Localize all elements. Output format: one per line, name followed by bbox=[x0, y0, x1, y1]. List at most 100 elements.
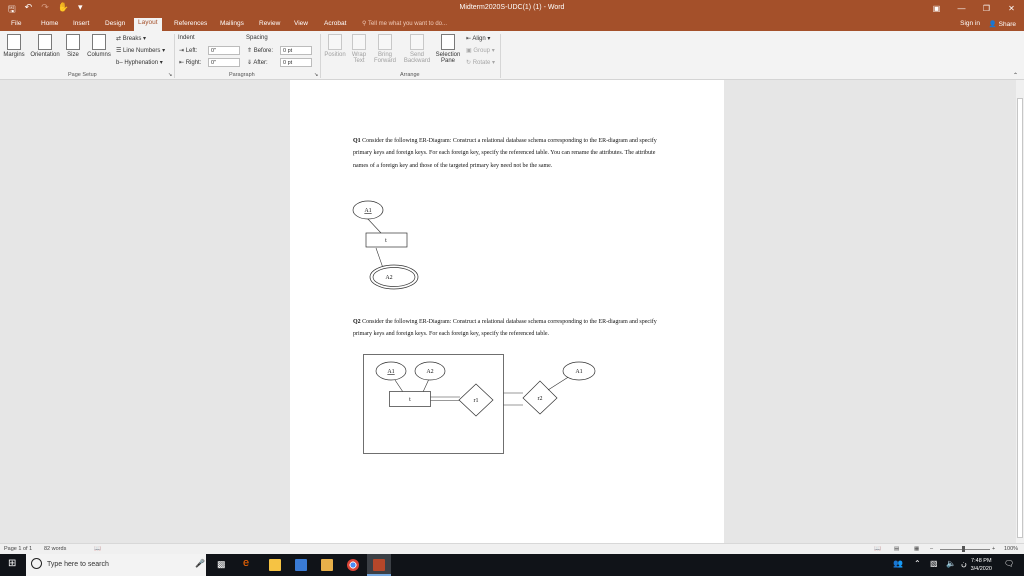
sign-in-link[interactable]: Sign in bbox=[960, 20, 980, 27]
line-numbers-button[interactable]: ☰ Line Numbers ▾ bbox=[116, 47, 165, 54]
proofing-icon[interactable]: 📖 bbox=[94, 546, 101, 552]
question-2[interactable]: Q2 Consider the following ER-Diagram: Co… bbox=[353, 316, 665, 341]
ribbon-display-options-icon[interactable]: ▣ bbox=[924, 0, 949, 17]
document-page[interactable]: Q1 Consider the following ER-Diagram: Co… bbox=[290, 80, 724, 543]
zoom-in-icon[interactable]: + bbox=[992, 546, 995, 552]
microphone-icon[interactable]: 🎤 bbox=[195, 559, 205, 568]
taskbar-clock[interactable]: 7:48 PM 3/4/2020 bbox=[971, 557, 992, 573]
columns-button[interactable]: Columns bbox=[85, 34, 113, 58]
notifications-icon[interactable]: 🗨 bbox=[1004, 559, 1016, 571]
restore-button[interactable]: ❐ bbox=[974, 0, 999, 17]
clock-date: 3/4/2020 bbox=[970, 566, 992, 572]
indent-heading: Indent bbox=[178, 35, 195, 41]
tab-mailings[interactable]: Mailings bbox=[216, 19, 248, 28]
group-arrange: Arrange bbox=[400, 72, 420, 78]
paragraph-launcher-icon[interactable]: ↘ bbox=[314, 72, 318, 78]
search-icon bbox=[31, 558, 42, 569]
bring-forward-label-2: Forward bbox=[373, 58, 396, 64]
send-backward-icon bbox=[410, 34, 424, 50]
network-icon[interactable]: ▧ bbox=[930, 559, 942, 571]
wrap-text-icon bbox=[352, 34, 366, 50]
tell-me-text: Tell me what you want to do... bbox=[367, 21, 447, 27]
tab-layout[interactable]: Layout bbox=[134, 18, 162, 31]
window-title: Midterm2020S-UDC(1) (1) - Word bbox=[459, 4, 565, 11]
edge-icon[interactable]: e bbox=[243, 557, 255, 569]
group-button[interactable]: ▣ Group ▾ bbox=[466, 47, 495, 54]
tab-references[interactable]: References bbox=[170, 19, 211, 28]
wrap-text-button[interactable]: Wrap Text bbox=[349, 34, 369, 64]
indent-left-input[interactable]: 0" bbox=[208, 46, 240, 55]
ribbon-tabs: File Home Insert Design Layout Reference… bbox=[0, 17, 1024, 31]
word-count[interactable]: 82 words bbox=[44, 546, 66, 552]
tell-me-search[interactable]: ⚲ Tell me what you want to do... bbox=[362, 20, 447, 27]
zoom-slider[interactable] bbox=[940, 549, 990, 550]
mail-icon[interactable] bbox=[321, 559, 333, 571]
tab-file[interactable]: File bbox=[7, 19, 25, 28]
taskbar-search-text: Type here to search bbox=[47, 561, 109, 568]
zoom-level[interactable]: 100% bbox=[1004, 546, 1018, 552]
wrap-text-label-2: Text bbox=[353, 58, 365, 64]
position-label: Position bbox=[324, 52, 346, 58]
send-backward-button[interactable]: Send Backward bbox=[401, 34, 433, 64]
task-view-icon[interactable]: ▩ bbox=[217, 559, 229, 571]
margins-label: Margins bbox=[3, 52, 25, 58]
taskbar-search-box[interactable]: Type here to search 🎤 bbox=[26, 554, 206, 576]
position-icon bbox=[328, 34, 342, 50]
ribbon-separator bbox=[174, 34, 175, 78]
windows-start-icon[interactable]: ⊞ bbox=[8, 558, 20, 570]
relationship-r1-label: r1 bbox=[474, 398, 479, 404]
indent-right-text: Right: bbox=[185, 60, 202, 66]
volume-icon[interactable]: 🔈 bbox=[946, 559, 958, 571]
spacing-heading: Spacing bbox=[246, 35, 268, 41]
read-mode-icon[interactable]: 📖 bbox=[874, 546, 881, 552]
show-hidden-icons-icon[interactable]: ⌃ bbox=[914, 559, 926, 571]
people-icon[interactable]: 👥 bbox=[893, 559, 905, 571]
group-page-setup: Page Setup bbox=[68, 72, 97, 78]
hyphenation-button[interactable]: b– Hyphenation ▾ bbox=[116, 59, 163, 66]
web-layout-icon[interactable]: ▦ bbox=[914, 546, 919, 552]
scrollbar-thumb[interactable] bbox=[1017, 98, 1023, 538]
question-1[interactable]: Q1 Consider the following ER-Diagram: Co… bbox=[353, 135, 665, 172]
size-label: Size bbox=[67, 52, 79, 58]
minimize-button[interactable]: — bbox=[949, 0, 974, 17]
vertical-scrollbar[interactable] bbox=[1016, 80, 1024, 543]
indent-right-input[interactable]: 0" bbox=[208, 58, 240, 67]
spacing-before-input[interactable]: 0 pt bbox=[280, 46, 312, 55]
tab-home[interactable]: Home bbox=[37, 19, 62, 28]
print-layout-icon[interactable]: ▤ bbox=[894, 546, 899, 552]
send-backward-label-2: Backward bbox=[403, 58, 431, 64]
orientation-button[interactable]: Orientation bbox=[29, 34, 61, 58]
zoom-slider-thumb[interactable] bbox=[962, 546, 965, 552]
zoom-out-icon[interactable]: – bbox=[930, 546, 933, 552]
selection-pane-button[interactable]: Selection Pane bbox=[434, 34, 462, 64]
tab-design[interactable]: Design bbox=[101, 19, 129, 28]
rotate-button[interactable]: ↻ Rotate ▾ bbox=[466, 59, 495, 66]
file-explorer-icon[interactable] bbox=[269, 559, 281, 571]
page-setup-launcher-icon[interactable]: ↘ bbox=[168, 72, 172, 78]
spacing-after-input[interactable]: 0 pt bbox=[280, 58, 312, 67]
tab-view[interactable]: View bbox=[290, 19, 312, 28]
tab-insert[interactable]: Insert bbox=[69, 19, 93, 28]
chrome-icon[interactable] bbox=[347, 559, 359, 571]
spacing-after-label: ⇓ After: bbox=[247, 60, 268, 66]
close-button[interactable]: ✕ bbox=[999, 0, 1024, 17]
collapse-ribbon-icon[interactable]: ⌃ bbox=[1013, 72, 1018, 79]
status-bar: Page 1 of 1 82 words 📖 📖 ▤ ▦ – + 100% bbox=[0, 543, 1024, 554]
tab-review[interactable]: Review bbox=[255, 19, 284, 28]
align-button[interactable]: ⇤ Align ▾ bbox=[466, 35, 490, 42]
bring-forward-icon bbox=[378, 34, 392, 50]
group-paragraph: Paragraph bbox=[229, 72, 255, 78]
position-button[interactable]: Position bbox=[323, 34, 347, 58]
share-button[interactable]: 👤 Share bbox=[989, 20, 1016, 28]
bring-forward-button[interactable]: Bring Forward bbox=[371, 34, 399, 64]
line-numbers-label: Line Numbers bbox=[123, 48, 161, 54]
store-icon[interactable] bbox=[295, 559, 307, 571]
margins-button[interactable]: Margins bbox=[3, 34, 25, 58]
size-button[interactable]: Size bbox=[64, 34, 82, 58]
page-count[interactable]: Page 1 of 1 bbox=[4, 546, 32, 552]
selection-pane-label-2: Pane bbox=[440, 58, 455, 64]
er-diagram-1: A1 t A2 bbox=[352, 200, 419, 290]
breaks-button[interactable]: ⇄ Breaks ▾ bbox=[116, 35, 146, 42]
tab-acrobat[interactable]: Acrobat bbox=[320, 19, 350, 28]
spacing-before-text: Before: bbox=[253, 48, 274, 54]
